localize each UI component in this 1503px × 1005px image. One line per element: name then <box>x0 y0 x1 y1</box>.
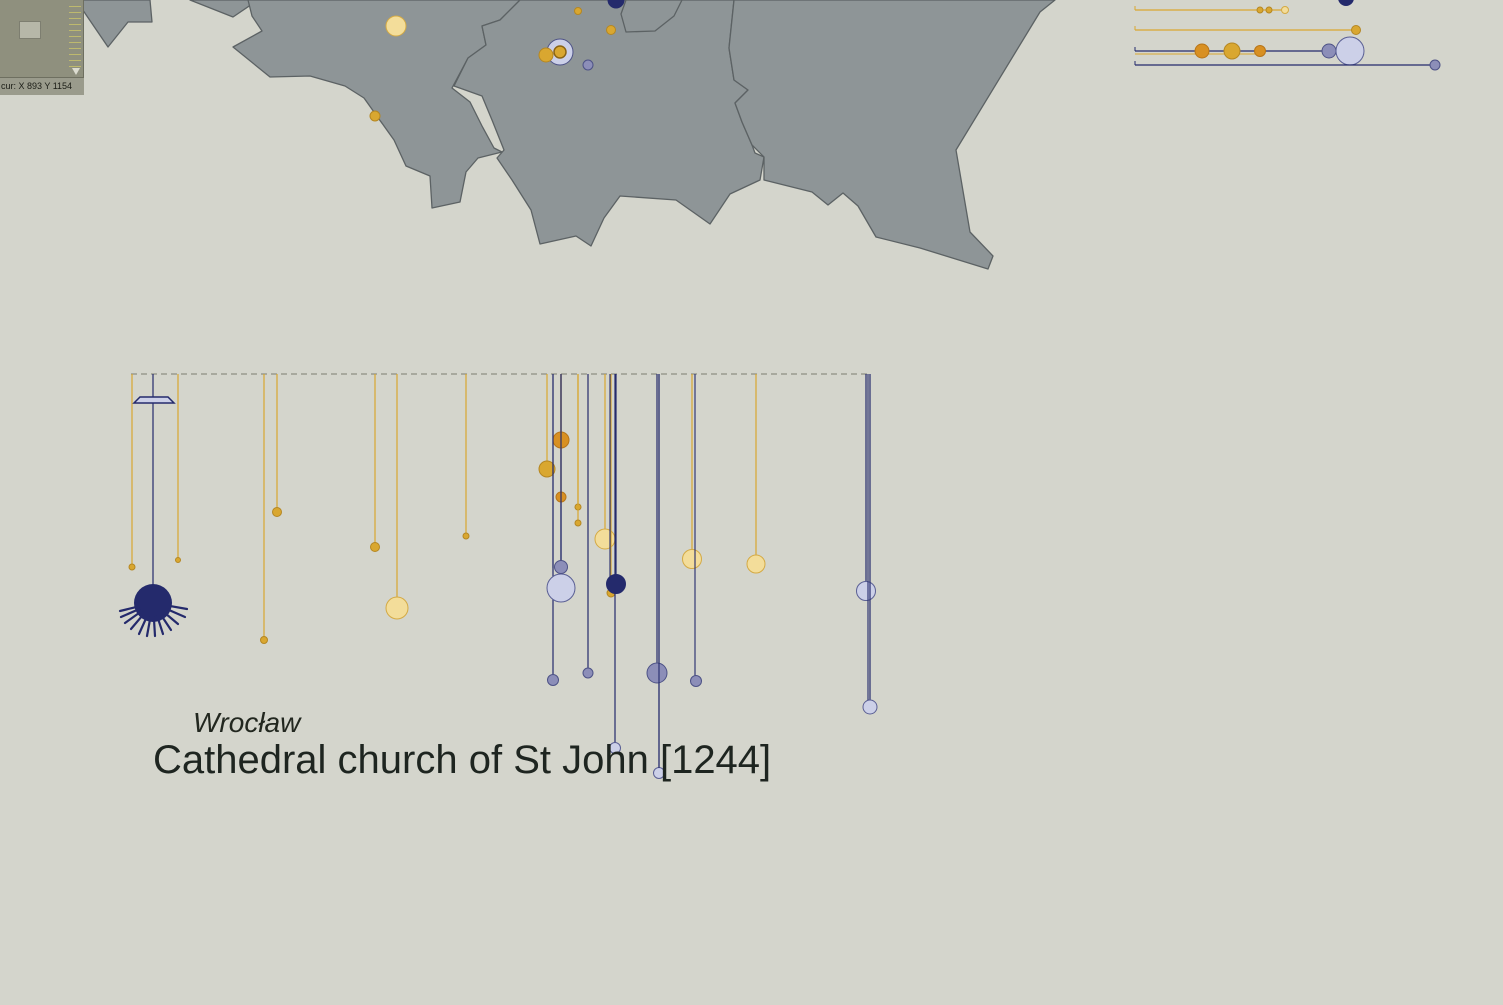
pendant-seal[interactable] <box>554 560 568 574</box>
map-marker-slate[interactable] <box>582 59 594 71</box>
pendant-fringe <box>152 615 157 638</box>
legend-marker-slate[interactable] <box>1429 59 1441 71</box>
minimap-scale <box>69 6 81 68</box>
pendant-gold[interactable] <box>370 374 380 552</box>
pendant-gold[interactable] <box>272 374 282 517</box>
legend-marker-lavender[interactable] <box>1335 36 1365 66</box>
map-region-central-west[interactable] <box>232 0 521 209</box>
pendant-lavender[interactable] <box>856 374 876 601</box>
place-city: Wrocław <box>193 707 301 738</box>
map-marker-inner <box>553 45 567 59</box>
pendant-seal[interactable] <box>606 574 626 594</box>
pendant-seal[interactable] <box>462 532 470 540</box>
pendant-pale[interactable] <box>682 374 702 569</box>
pendant-cap-icon <box>132 396 176 404</box>
pendant-seal[interactable] <box>690 675 702 687</box>
legend-marker-orange[interactable] <box>1194 43 1210 59</box>
pendant-seal[interactable] <box>646 662 668 684</box>
place-title: Cathedral church of St John [1244] <box>153 738 772 782</box>
legend-marker-gold[interactable] <box>1223 42 1241 60</box>
pendant-seal[interactable] <box>746 554 766 574</box>
pendant-slate[interactable] <box>554 374 568 574</box>
pendant-seal[interactable] <box>682 549 702 569</box>
pendant-gold[interactable] <box>606 374 616 598</box>
map-marker-gold[interactable] <box>538 47 554 63</box>
pendant-seal[interactable] <box>862 699 878 715</box>
legend-marker-pale[interactable] <box>1281 6 1289 14</box>
pendant-gold[interactable] <box>462 374 470 540</box>
legend-row[interactable] <box>1134 6 1289 14</box>
map-marker-gold[interactable] <box>369 110 381 122</box>
pendant-seal[interactable] <box>574 519 582 527</box>
pendant-seal[interactable] <box>856 581 876 601</box>
pendant-seal[interactable] <box>260 636 268 644</box>
legend-marker-slate[interactable] <box>1321 43 1337 59</box>
map-marker-gold[interactable] <box>574 7 582 15</box>
pendant-lavender[interactable] <box>862 374 878 715</box>
cursor-coordinates: cur: X 893 Y 1154 <box>0 78 84 95</box>
map-marker-pale[interactable] <box>385 15 407 37</box>
pendant-slate[interactable] <box>646 374 668 684</box>
pendant-seal[interactable] <box>594 528 616 550</box>
map-region-east[interactable] <box>728 0 1056 270</box>
map-region-west[interactable] <box>75 0 153 48</box>
pendant-seal[interactable] <box>128 563 136 571</box>
pendant-seal[interactable] <box>175 557 181 563</box>
pendant-gold[interactable] <box>175 374 181 563</box>
map-canvas[interactable] <box>0 0 1503 1005</box>
minimap[interactable] <box>0 0 84 78</box>
pendant-seal[interactable] <box>272 507 282 517</box>
legend-marker-orange[interactable] <box>1254 45 1266 57</box>
map-region-central[interactable] <box>453 0 765 247</box>
pendant-seal[interactable] <box>546 573 576 603</box>
pendant-pale[interactable] <box>746 374 766 574</box>
legend-row[interactable] <box>1134 36 1365 66</box>
minimap-arrow-icon[interactable] <box>72 68 80 75</box>
pendant-slate[interactable] <box>582 374 594 679</box>
map-region-northwest[interactable] <box>189 0 259 18</box>
legend-marker-gold[interactable] <box>1265 6 1273 14</box>
pendant-gold[interactable] <box>260 374 268 644</box>
pendant-anchor[interactable] <box>118 374 189 638</box>
pendant-seal[interactable] <box>582 667 594 679</box>
pendant-navy[interactable] <box>606 374 626 594</box>
pendant-pale[interactable] <box>594 374 616 550</box>
pendant-seal[interactable] <box>385 596 409 620</box>
legend-marker-navy[interactable] <box>1338 0 1354 6</box>
pendant-gold[interactable] <box>574 374 582 527</box>
map-marker-gold[interactable] <box>606 25 616 35</box>
pendant-seal[interactable] <box>370 542 380 552</box>
legend-row[interactable] <box>1134 59 1441 71</box>
pendant-pale[interactable] <box>385 374 409 620</box>
legend-marker-gold[interactable] <box>1351 25 1361 35</box>
pendant-fringe <box>123 610 143 625</box>
pendant-seal[interactable] <box>547 674 559 686</box>
legend-row[interactable] <box>1134 25 1361 35</box>
legend-marker-gold[interactable] <box>1256 6 1264 14</box>
minimap-viewport[interactable] <box>19 21 41 39</box>
timeline-legend <box>1134 0 1441 71</box>
